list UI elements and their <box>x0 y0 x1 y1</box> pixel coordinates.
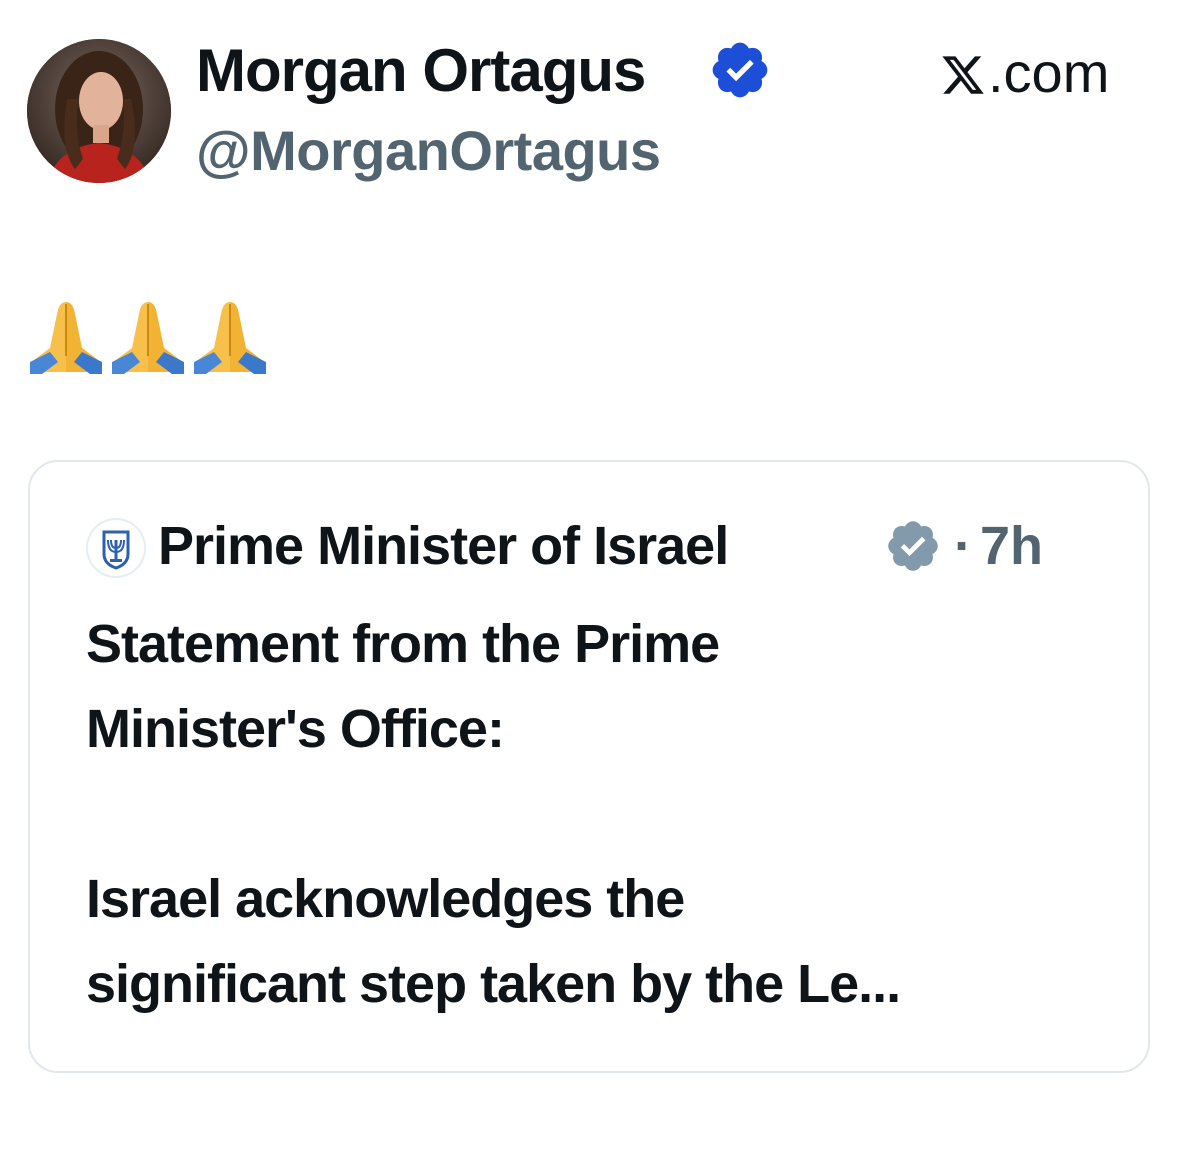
author-name[interactable]: Morgan Ortagus <box>196 36 646 106</box>
separator-dot: · <box>954 516 972 576</box>
quoted-timestamp[interactable]: 7h <box>980 512 1043 580</box>
israel-emblem-icon <box>102 530 130 570</box>
quoted-tweet-card[interactable]: Prime Minister of Israel · 7h Statement … <box>28 460 1150 1073</box>
quoted-text-line: significant step taken by the Le... <box>86 954 901 1014</box>
quoted-tweet-text: Statement from the Prime Minister's Offi… <box>86 602 1126 1027</box>
brand-label: .com <box>940 40 1109 106</box>
quoted-text-line: Israel acknowledges the <box>86 869 685 929</box>
folded-hands-emoji-icon <box>30 302 102 374</box>
verified-badge-icon <box>712 42 768 98</box>
quoted-text-line <box>86 772 1126 857</box>
folded-hands-emoji-icon <box>112 302 184 374</box>
x-logo-icon <box>942 56 984 94</box>
author-avatar[interactable] <box>27 39 171 183</box>
verified-badge-icon <box>888 521 938 571</box>
folded-hands-emoji-icon <box>194 302 266 374</box>
quoted-author-avatar[interactable] <box>86 518 146 578</box>
tweet-text <box>28 296 268 380</box>
author-handle[interactable]: @MorganOrtagus <box>196 118 661 184</box>
quoted-author-name[interactable]: Prime Minister of Israel <box>158 512 729 580</box>
quoted-text-line: Statement from the Prime <box>86 614 720 674</box>
brand-domain: .com <box>988 41 1110 104</box>
quoted-text-line: Minister's Office: <box>86 699 505 759</box>
